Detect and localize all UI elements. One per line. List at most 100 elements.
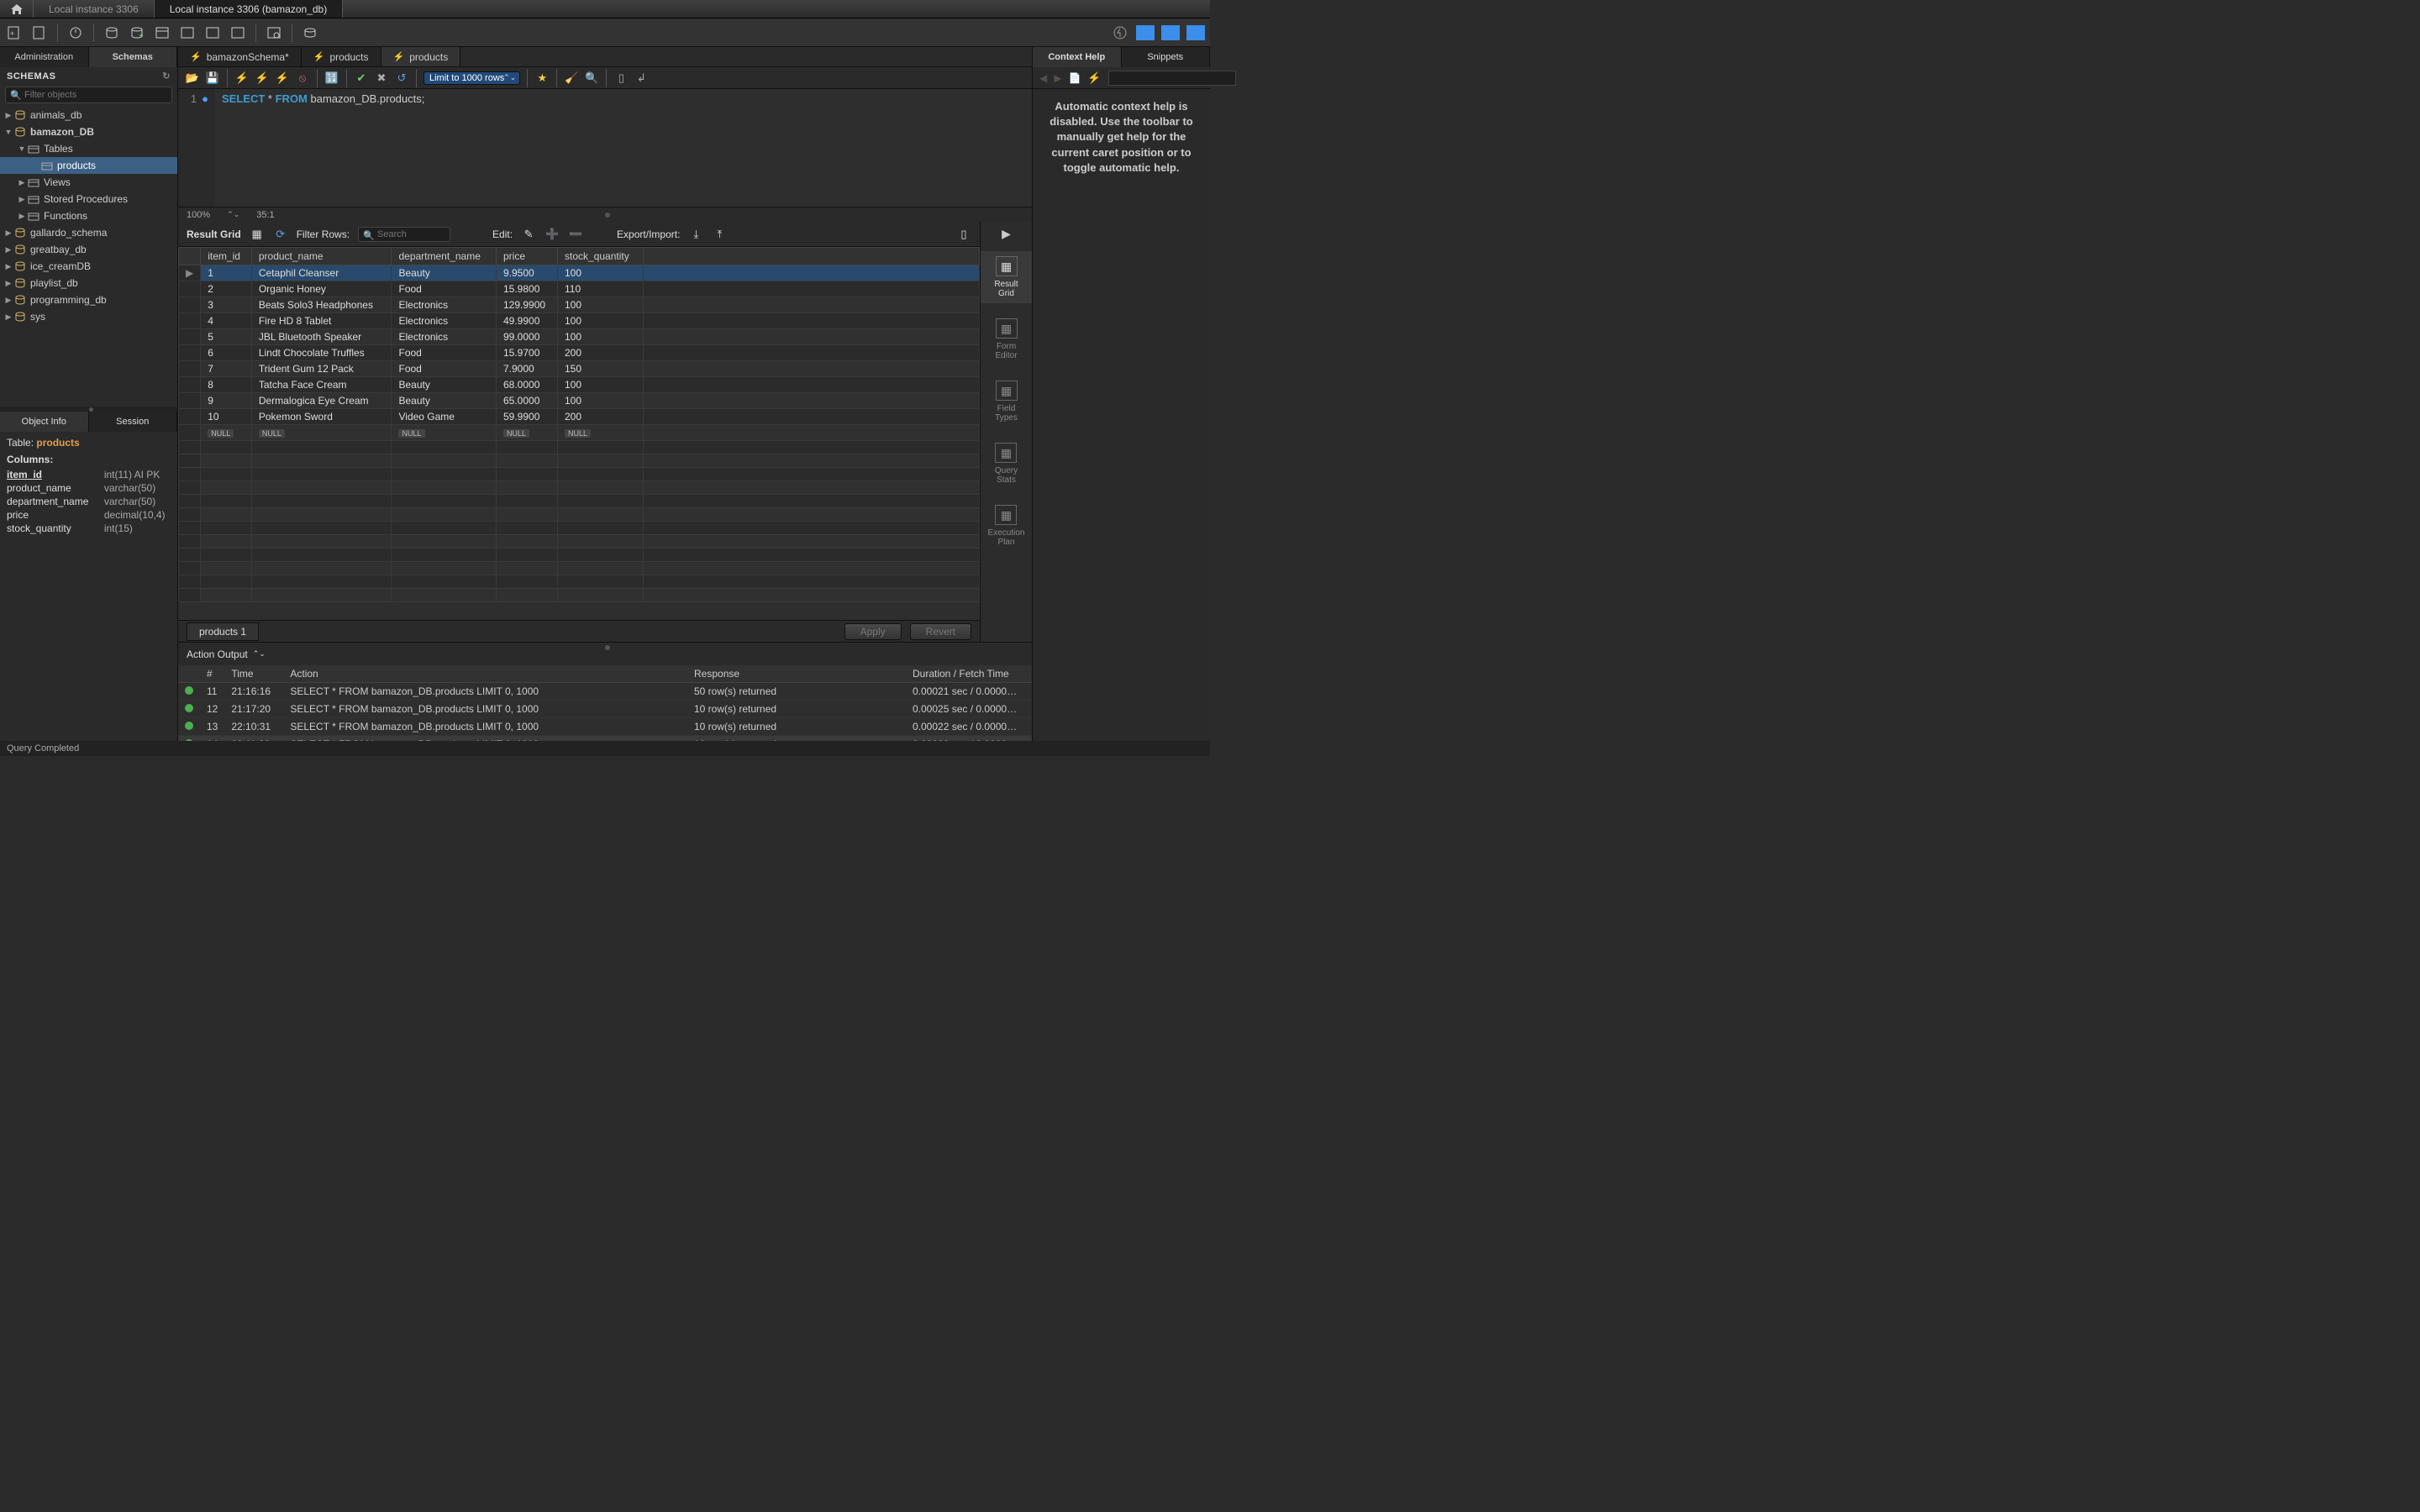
drag-handle[interactable] — [605, 645, 610, 650]
execute-current-icon[interactable]: ⚡ — [255, 71, 270, 86]
table-row[interactable] — [179, 575, 980, 589]
commit-icon[interactable]: ✔ — [354, 71, 369, 86]
rollback-icon[interactable]: ✖ — [374, 71, 389, 86]
schema-item[interactable]: ▶sys — [0, 308, 177, 325]
search-icon[interactable] — [265, 24, 283, 42]
schema-item[interactable]: ▶playlist_db — [0, 275, 177, 291]
column-header[interactable]: price — [497, 248, 558, 265]
reconnect-icon[interactable] — [301, 24, 319, 42]
result-view-tab[interactable]: ▦Field Types — [995, 375, 1018, 428]
import-icon[interactable]: ⤒ — [712, 227, 727, 242]
tab-snippets[interactable]: Snippets — [1122, 47, 1211, 67]
help-search-input[interactable] — [1108, 71, 1236, 86]
view-icon[interactable] — [178, 24, 197, 42]
output-header[interactable]: Action — [283, 665, 687, 683]
open-file-icon[interactable]: 📂 — [185, 71, 200, 86]
open-sql-file-icon[interactable] — [30, 24, 49, 42]
apply-button[interactable]: Apply — [844, 623, 902, 640]
wrap-grid-icon[interactable]: ▯ — [956, 227, 971, 242]
sql-editor[interactable]: 1● SELECT * FROM bamazon_DB.products; — [178, 89, 1032, 207]
schema-item[interactable]: ▶gallardo_schema — [0, 224, 177, 241]
result-view-tab[interactable]: ▦Execution Plan — [988, 500, 1025, 552]
tab-administration[interactable]: Administration — [0, 47, 89, 67]
add-row-icon[interactable]: ➕ — [544, 227, 560, 242]
table-row[interactable] — [179, 535, 980, 549]
nav-back-icon[interactable]: ◀ — [1039, 72, 1047, 84]
find-icon[interactable]: 🔍 — [584, 71, 599, 86]
delete-row-icon[interactable]: ➖ — [568, 227, 583, 242]
tab-context-help[interactable]: Context Help — [1033, 47, 1122, 67]
folder-item[interactable]: ▶Functions — [0, 207, 177, 224]
fn-icon[interactable] — [229, 24, 247, 42]
beautify-icon[interactable]: 🧹 — [564, 71, 579, 86]
nav-fwd-icon[interactable]: ▶ — [1054, 72, 1061, 84]
table-row[interactable]: 4Fire HD 8 TabletElectronics49.9900100 — [179, 313, 980, 329]
execute-icon[interactable]: ⚡ — [234, 71, 250, 86]
connection-tab[interactable]: Local instance 3306 (bamazon_db) — [155, 0, 343, 18]
editor-tab[interactable]: ⚡products — [302, 47, 381, 66]
output-row[interactable]: 1221:17:20SELECT * FROM bamazon_DB.produ… — [178, 701, 1032, 718]
table-row[interactable] — [179, 468, 980, 481]
panel-bottom-toggle[interactable] — [1161, 25, 1180, 40]
toggle-icon[interactable]: 🔢 — [324, 71, 339, 86]
result-view-tab[interactable]: ▦Query Stats — [995, 438, 1018, 490]
update-icon[interactable] — [1111, 24, 1129, 42]
table-row[interactable] — [179, 481, 980, 495]
column-header[interactable]: department_name — [392, 248, 497, 265]
edit-row-icon[interactable]: ✎ — [521, 227, 536, 242]
save-icon[interactable]: 💾 — [205, 71, 220, 86]
folder-item[interactable]: ▶Stored Procedures — [0, 191, 177, 207]
table-row[interactable] — [179, 562, 980, 575]
invisible-icon[interactable]: ↲ — [634, 71, 649, 86]
wrap-icon[interactable]: ▯ — [613, 71, 629, 86]
editor-tab[interactable]: ⚡products — [381, 47, 461, 66]
table-row[interactable]: ▶1Cetaphil CleanserBeauty9.9500100 — [179, 265, 980, 281]
output-header[interactable] — [178, 665, 200, 683]
connection-tab[interactable]: Local instance 3306 — [34, 0, 155, 18]
sp-icon[interactable] — [203, 24, 222, 42]
table-icon[interactable] — [153, 24, 171, 42]
export-icon[interactable]: ⤓ — [688, 227, 703, 242]
new-sql-tab-icon[interactable]: + — [5, 24, 24, 42]
output-header[interactable]: Response — [687, 665, 906, 683]
output-row[interactable]: 1322:10:31SELECT * FROM bamazon_DB.produ… — [178, 718, 1032, 736]
zoom-level[interactable]: 100% — [187, 210, 210, 220]
table-row[interactable] — [179, 522, 980, 535]
action-output-table[interactable]: #TimeActionResponseDuration / Fetch Time… — [178, 665, 1032, 741]
output-header[interactable]: Duration / Fetch Time — [906, 665, 1032, 683]
autocommit-icon[interactable]: ↺ — [394, 71, 409, 86]
tab-object-info[interactable]: Object Info — [0, 412, 89, 432]
folder-item[interactable]: ▼Tables — [0, 140, 177, 157]
filter-refresh-icon[interactable]: ⟳ — [273, 227, 288, 242]
output-row[interactable]: 1121:16:16SELECT * FROM bamazon_DB.produ… — [178, 683, 1032, 701]
output-header[interactable]: Time — [224, 665, 283, 683]
result-view-tab[interactable]: ▦Result Grid — [981, 251, 1032, 303]
output-header[interactable]: # — [200, 665, 224, 683]
result-grid[interactable]: item_idproduct_namedepartment_nameprices… — [178, 247, 980, 620]
table-row[interactable] — [179, 508, 980, 522]
schema-item[interactable]: ▼bamazon_DB — [0, 123, 177, 140]
table-row[interactable] — [179, 495, 980, 508]
filter-input[interactable] — [5, 87, 172, 103]
table-row[interactable] — [179, 549, 980, 562]
table-row[interactable] — [179, 589, 980, 602]
table-row[interactable]: 9Dermalogica Eye CreamBeauty65.0000100 — [179, 393, 980, 409]
table-row[interactable] — [179, 441, 980, 454]
manual-help-icon[interactable]: ⚡ — [1087, 71, 1101, 86]
panel-left-toggle[interactable] — [1136, 25, 1155, 40]
home-tab[interactable] — [0, 0, 34, 18]
explain-icon[interactable]: ⚡ — [275, 71, 290, 86]
stop-icon[interactable]: ⦸ — [295, 71, 310, 86]
table-row[interactable]: NULLNULLNULLNULLNULL — [179, 425, 980, 441]
tab-schemas[interactable]: Schemas — [89, 47, 178, 67]
output-selector[interactable]: Action Output ⌃⌄ — [187, 648, 266, 660]
limit-select[interactable]: Limit to 1000 rows — [424, 71, 520, 85]
table-row[interactable]: 6Lindt Chocolate TrufflesFood15.9700200 — [179, 345, 980, 361]
table-row[interactable]: 2Organic HoneyFood15.9800110 — [179, 281, 980, 297]
column-header[interactable]: product_name — [251, 248, 392, 265]
tab-session[interactable]: Session — [89, 412, 178, 432]
folder-item[interactable]: ▶Views — [0, 174, 177, 191]
grid-icon[interactable]: ▦ — [250, 227, 265, 242]
schema-tree[interactable]: ▶animals_db▼bamazon_DB▼Tablesproducts▶Vi… — [0, 105, 177, 407]
table-item[interactable]: products — [0, 157, 177, 174]
